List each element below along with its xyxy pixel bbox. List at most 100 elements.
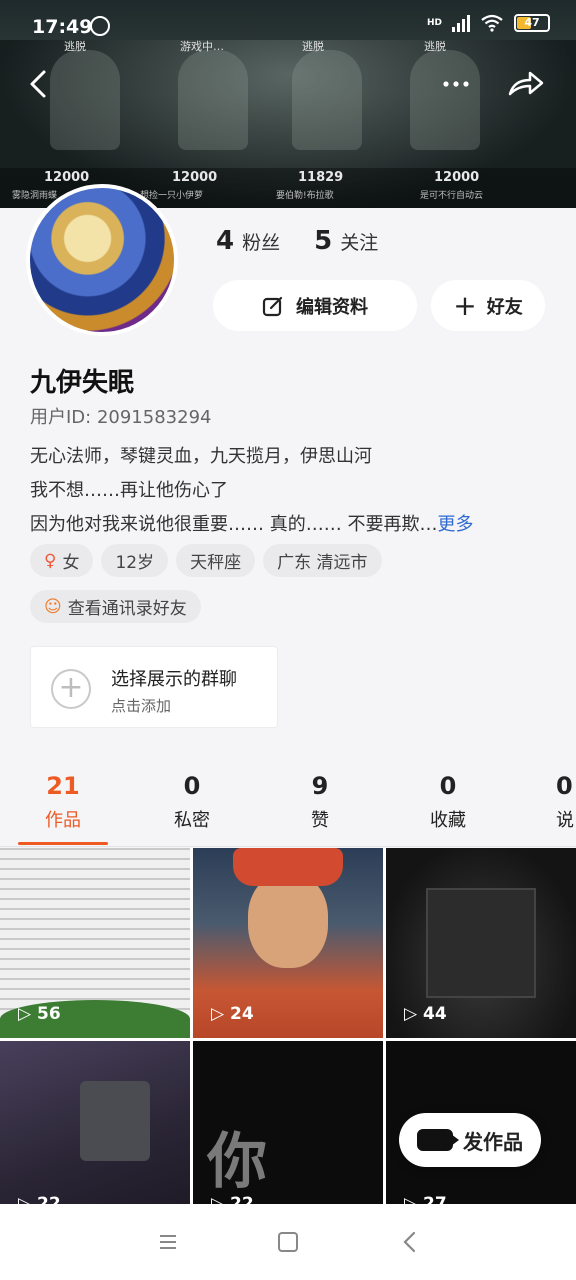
share-button[interactable] (506, 64, 546, 104)
bio-line: 因为他对我来说他很重要…… 真的…… 不要再欺… (30, 514, 438, 535)
play-count: ▷ 56 (18, 1004, 61, 1024)
status-bar: 17:49 HD 47 (0, 0, 576, 56)
follow-count: 5 (314, 226, 333, 256)
play-count-value: 44 (423, 1004, 447, 1024)
play-count-value: 56 (37, 1004, 61, 1024)
tab-label: 私密 (174, 810, 210, 831)
alarm-icon (90, 16, 110, 36)
banner-score-sub: 是可不行自动云 (420, 191, 484, 201)
banner-score: 12000 (434, 170, 480, 185)
edit-icon (262, 296, 283, 316)
nav-back-icon[interactable] (400, 1230, 420, 1254)
system-nav-bar (0, 1204, 576, 1280)
tab-label: 说 (556, 810, 574, 831)
group-chat-card[interactable]: + 选择展示的群聊 点击添加 (30, 646, 278, 728)
thumbnail-graphic (426, 888, 536, 998)
thumbnail-graphic (80, 1081, 150, 1161)
tab-label: 收藏 (430, 810, 466, 831)
tag-gender: ♀ 女 (30, 544, 94, 577)
tab-count: 21 (46, 772, 80, 800)
wifi-icon (480, 14, 504, 32)
thumbnail-text: 你 (207, 1127, 267, 1197)
group-chat-title: 选择展示的群聊 (111, 669, 237, 690)
add-friend-button[interactable]: + 好友 (431, 280, 545, 331)
play-count: ▷ 24 (211, 1004, 254, 1024)
video-thumbnail[interactable]: ▷ 24 (193, 848, 383, 1038)
bio-line: 我不想……再让他伤心了 (30, 480, 228, 501)
video-thumbnail[interactable]: ▷ 22 (0, 1041, 190, 1208)
status-time: 17:49 (32, 16, 93, 38)
banner-score-sub: 要伯勒!布拉歌 (276, 191, 334, 201)
tab-underline (18, 842, 108, 845)
more-button[interactable] (436, 64, 476, 104)
bio-line: 无心法师，琴键灵血，九天揽月，伊思山河 (30, 446, 372, 467)
tab-count: 0 (183, 772, 201, 800)
tab-private[interactable]: 0 私密 (137, 764, 247, 832)
follow-label: 关注 (340, 232, 379, 254)
user-id: 用户ID: 2091583294 (30, 407, 212, 428)
edit-profile-label: 编辑资料 (296, 296, 368, 318)
tab-works[interactable]: 21 作品 (8, 764, 118, 845)
tag-location: 广东 清远市 (263, 544, 382, 577)
thumbnail-graphic (233, 848, 343, 886)
post-work-label: 发作品 (463, 1129, 523, 1154)
tag-gender-label: 女 (62, 553, 80, 573)
tag-zodiac: 天秤座 (176, 544, 256, 577)
menu-icon[interactable] (158, 1232, 178, 1252)
bio-more-link[interactable]: 更多 (437, 514, 473, 535)
avatar[interactable] (26, 184, 178, 336)
tab-label: 作品 (45, 810, 81, 831)
banner-figure (50, 50, 120, 150)
banner-score: 12000 (172, 170, 218, 185)
share-arrow-icon (508, 71, 544, 96)
back-button[interactable] (20, 64, 60, 104)
post-work-button[interactable]: 发作品 (399, 1113, 541, 1167)
battery-icon: 47 (514, 14, 550, 32)
banner-score: 12000 (44, 170, 90, 185)
chevron-left-icon (30, 70, 46, 98)
tab-posts[interactable]: 0 说 (520, 764, 576, 832)
tab-favorites[interactable]: 0 收藏 (393, 764, 503, 832)
profile-stats: 4 粉丝 5 关注 (216, 226, 378, 256)
banner-score-sub: 想捡一只小伊萝 (140, 191, 204, 201)
video-thumbnail[interactable]: 你 ▷ 22 (193, 1041, 383, 1208)
fans-label: 粉丝 (242, 232, 281, 254)
profile-name: 九伊失眠 (30, 368, 135, 398)
tag-age: 12岁 (101, 544, 169, 577)
tab-label: 赞 (311, 810, 329, 831)
tab-count: 0 (556, 772, 573, 800)
play-count: ▷ 44 (404, 1004, 447, 1024)
thumbnail-graphic (248, 873, 328, 968)
content-tabs: 21 作品 0 私密 9 赞 0 收藏 0 说 (0, 764, 576, 848)
tab-count: 9 (311, 772, 329, 800)
fans-count: 4 (216, 226, 235, 256)
female-icon: ♀ (44, 550, 57, 571)
more-dots-icon (443, 81, 469, 87)
contacts-label: 查看通讯录好友 (67, 599, 187, 619)
banner-score: 11829 (298, 170, 344, 185)
battery-level: 47 (524, 16, 540, 29)
network-hd-label: HD (426, 17, 442, 28)
banner-score-sub: 雾隐洞雨蝶 (12, 191, 58, 201)
tab-likes[interactable]: 9 赞 (265, 764, 375, 832)
contacts-icon: ☺ (44, 596, 62, 617)
follow-stat[interactable]: 5 关注 (314, 226, 378, 256)
home-icon[interactable] (278, 1232, 298, 1252)
profile-tags: ♀ 女 12岁 天秤座 广东 清远市 (30, 544, 382, 577)
video-thumbnail[interactable]: ▷ 56 (0, 848, 190, 1038)
video-thumbnail[interactable]: ▷ 44 (386, 848, 576, 1038)
tabs-divider (0, 846, 576, 847)
group-chat-subtitle: 点击添加 (111, 697, 172, 715)
add-circle-icon: + (51, 669, 91, 709)
banner-figure (178, 50, 248, 150)
view-contacts-button[interactable]: ☺ 查看通讯录好友 (30, 590, 201, 623)
profile-bio: 无心法师，琴键灵血，九天揽月，伊思山河 我不想……再让他伤心了 因为他对我来说他… (30, 440, 550, 542)
banner-figure (292, 50, 362, 150)
signal-icon (452, 14, 470, 32)
fans-stat[interactable]: 4 粉丝 (216, 226, 280, 256)
tab-count: 0 (439, 772, 457, 800)
edit-profile-button[interactable]: 编辑资料 (213, 280, 417, 331)
play-count-value: 24 (230, 1004, 254, 1024)
camera-icon (417, 1129, 459, 1151)
plus-icon: + (453, 288, 477, 322)
